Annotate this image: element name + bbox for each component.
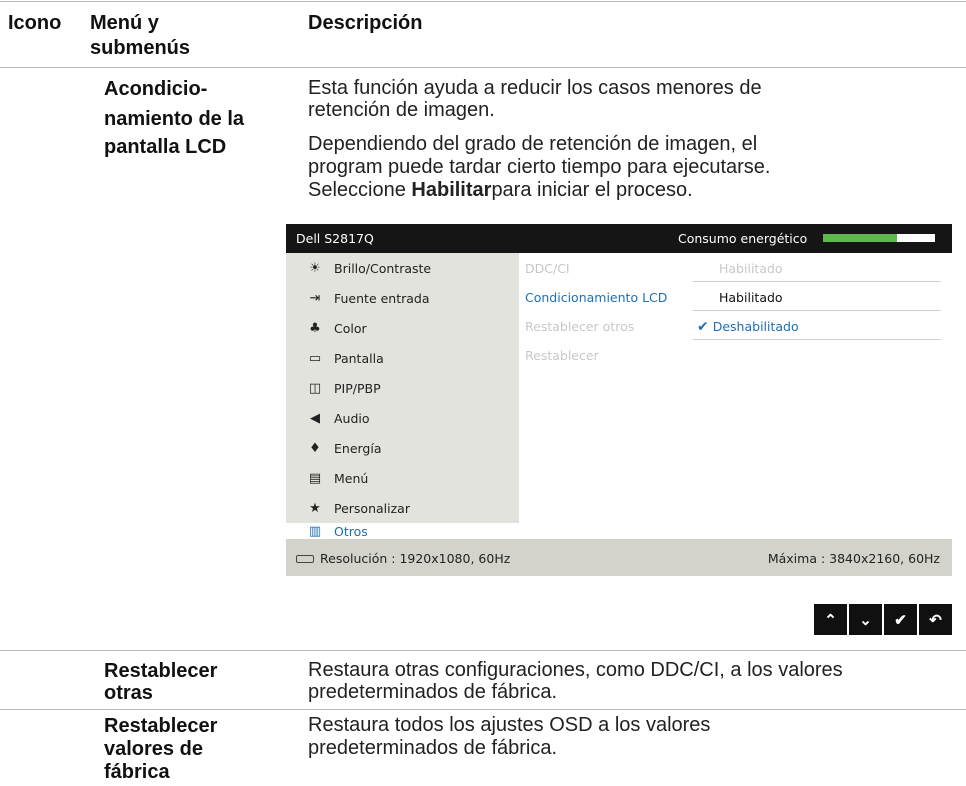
check-icon: ✔ [894,611,907,629]
chevron-down-icon: ⌄ [859,611,872,629]
up-button[interactable]: ⌃ [814,604,847,635]
power-bar-fill [823,234,897,242]
osd-menu-item-color[interactable]: ♣ Color [286,313,519,343]
menu-factory-line2: valores de [104,738,203,760]
osd-menu-item-audio[interactable]: ◀ Audio [286,403,519,433]
submenu-row-value: Habilitado [719,261,783,276]
row-rule-1 [0,650,966,651]
submenu-row-value: Habilitado [719,290,783,305]
osd-menu-item-label: Otros [334,524,368,539]
osd-footer: Resolución : 1920x1080, 60Hz Máxima : 38… [286,539,952,576]
osd-menu-item-personalizar[interactable]: ★ Personalizar [286,493,519,523]
osd-menu-item-pip[interactable]: ◫ PIP/PBP [286,373,519,403]
submenu-row-reset[interactable]: Restablecer [519,340,941,369]
header-menu-line2: submenús [90,37,191,59]
submenu-row-value-wrap: ✔ Deshabilitado [697,319,799,335]
osd-menu-item-label: Fuente entrada [334,291,430,306]
osd-submenu: DDC/CI Habilitado Condicionamiento LCD H… [519,253,952,539]
chevron-up-icon: ⌃ [824,611,837,629]
osd-menu-item-fuente[interactable]: ⇥ Fuente entrada [286,283,519,313]
lcd-desc2-line1: Dependiendo del grado de retención de im… [308,133,758,155]
osd-menu-item-otros[interactable]: ▥ Otros [286,523,519,539]
lcd-desc3-bold: Habilitar [411,179,492,201]
osd-menu: ☀ Brillo/Contraste ⇥ Fuente entrada ♣ Co… [286,253,519,539]
lcd-desc3: Seleccione Habilitarpara iniciar el proc… [308,179,693,201]
lcd-desc1-line1: Esta función ayuda a reducir los casos m… [308,77,762,99]
menu-icon: ▤ [308,470,322,486]
osd-panel: Dell S2817Q Consumo energético ☀ Brillo/… [286,224,952,576]
osd-title: Dell S2817Q [296,231,374,246]
color-icon: ♣ [309,320,321,336]
power-bar [823,234,935,242]
osd-menu-item-menu[interactable]: ▤ Menú [286,463,519,493]
menu-reset-others-line2: otras [104,682,153,704]
lcd-desc3-post: para iniciar el proceso. [491,179,693,201]
osd-menu-item-label: Pantalla [334,351,384,366]
menu-lcd-line2: namiento de la [104,108,245,130]
osd-menu-item-energia[interactable]: ♦ Energía [286,433,519,463]
ok-button[interactable]: ✔ [884,604,917,635]
menu-lcd-line3: pantalla LCD [104,136,227,158]
menu-factory-line3: fábrica [104,761,170,783]
submenu-row-ddcci[interactable]: DDC/CI Habilitado [519,253,941,282]
osd-header: Dell S2817Q Consumo energético [286,224,952,253]
header-menu-line1: Menú y [90,12,159,34]
osd-nav-buttons: ⌃ ⌄ ✔ ↶ [814,604,952,635]
header-rule [0,67,966,68]
check-icon: ✔ [697,319,709,335]
submenu-row-label: Restablecer otros [525,319,635,334]
osd-menu-item-label: Audio [334,411,370,426]
factory-desc-line2: predeterminados de fábrica. [308,737,558,759]
osd-menu-item-label: Brillo/Contraste [334,261,432,276]
hdmi-icon [296,554,314,563]
table-top-rule [0,1,966,2]
osd-menu-item-label: PIP/PBP [334,381,381,396]
display-icon: ▭ [308,350,322,366]
menu-lcd-line1: Acondicio- [104,78,208,100]
osd-menu-item-label: Personalizar [334,501,410,516]
submenu-row-label: Restablecer [525,348,599,363]
lcd-desc2-line2: program puede tardar cierto tiempo para … [308,156,771,178]
submenu-row-value: Deshabilitado [712,319,799,334]
down-button[interactable]: ⌄ [849,604,882,635]
osd-menu-item-label: Menú [334,471,369,486]
submenu-row-label: Condicionamiento LCD [525,290,668,305]
star-icon: ★ [309,500,321,516]
row-rule-2 [0,709,966,710]
menu-factory-line1: Restablecer [104,715,218,737]
lcd-desc1-line2: retención de imagen. [308,99,495,121]
submenu-row-label: DDC/CI [525,261,570,276]
pip-icon: ◫ [308,380,322,396]
resolution-info: Resolución : 1920x1080, 60Hz [296,551,510,566]
reset-others-desc-line2: predeterminados de fábrica. [308,681,558,703]
submenu-row-reset-others[interactable]: Restablecer otros ✔ Deshabilitado [519,311,941,340]
osd-menu-item-label: Color [334,321,367,336]
header-description: Descripción [308,12,423,34]
osd-menu-item-label: Energía [334,441,382,456]
energy-icon: ♦ [309,440,321,456]
osd-menu-item-brillo[interactable]: ☀ Brillo/Contraste [286,253,519,283]
factory-desc-line1: Restaura todos los ajustes OSD a los val… [308,714,711,736]
back-button[interactable]: ↶ [919,604,952,635]
menu-reset-others-line1: Restablecer [104,660,218,682]
osd-menu-item-pantalla[interactable]: ▭ Pantalla [286,343,519,373]
header-icon: Icono [8,12,62,34]
brightness-icon: ☀ [309,260,321,276]
back-icon: ↶ [929,611,942,629]
others-icon: ▥ [308,523,322,539]
input-source-icon: ⇥ [309,290,321,306]
audio-icon: ◀ [310,410,320,426]
lcd-desc3-pre: Seleccione [308,179,412,201]
submenu-row-lcd-conditioning[interactable]: Condicionamiento LCD Habilitado [519,282,941,311]
power-label: Consumo energético [678,231,808,246]
reset-others-desc-line1: Restaura otras configuraciones, como DDC… [308,659,843,681]
resolution-text: Resolución : 1920x1080, 60Hz [320,551,511,566]
max-resolution-text: Máxima : 3840x2160, 60Hz [767,551,940,566]
